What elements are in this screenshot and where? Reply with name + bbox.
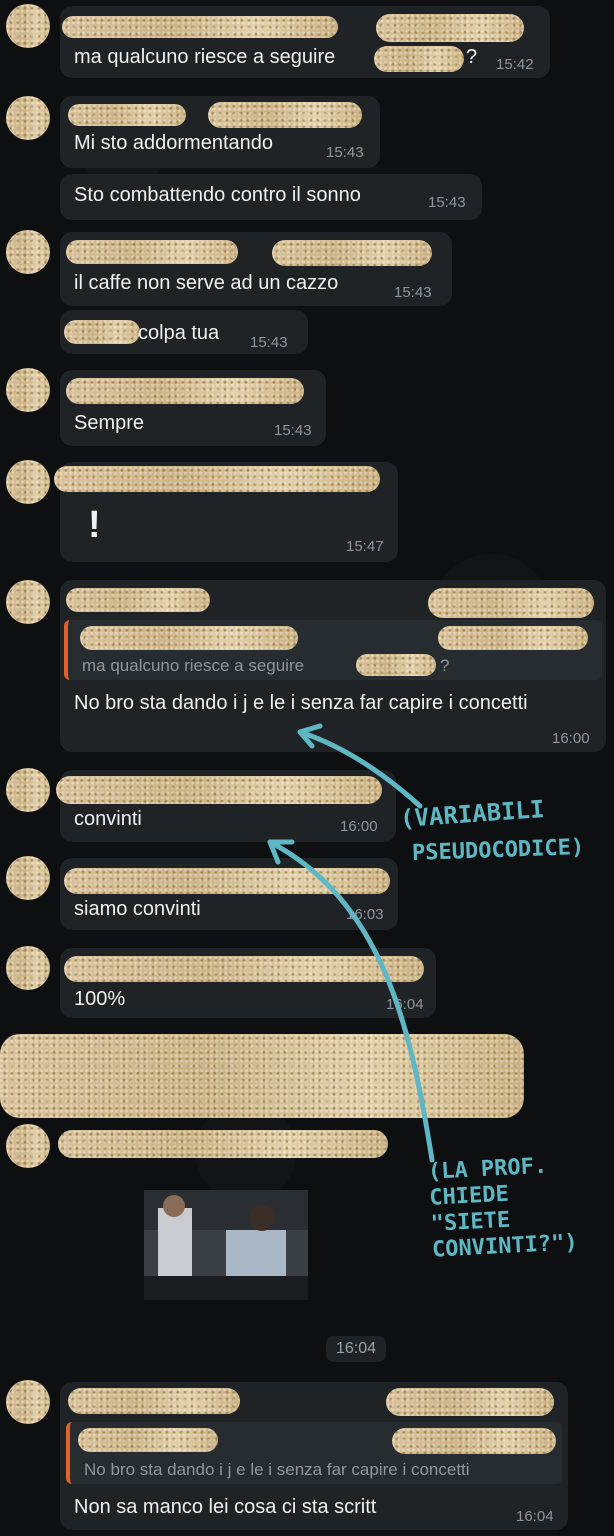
message-text: colpa tua <box>138 322 220 344</box>
redacted-sender-name <box>68 1388 240 1414</box>
redacted-name <box>386 1388 554 1416</box>
message-bubble[interactable]: colpa tua 15:43 <box>60 310 308 354</box>
redacted-name <box>64 320 140 344</box>
message-text: Non sa manco lei cosa ci sta scritt <box>74 1496 377 1518</box>
message-text-suffix: ? <box>466 46 478 68</box>
avatar[interactable] <box>6 460 50 504</box>
message-bubble[interactable]: siamo convinti 16:03 <box>60 858 398 930</box>
quoted-message-suffix: ? <box>440 656 450 675</box>
avatar[interactable] <box>6 1124 50 1168</box>
redacted-name <box>376 14 524 42</box>
avatar[interactable] <box>6 4 50 48</box>
scene-illustration <box>144 1190 308 1300</box>
redacted-sender-name <box>56 776 382 804</box>
message-text: No bro sta dando i j e le i senza far ca… <box>74 692 528 714</box>
redacted-block <box>0 1034 524 1118</box>
avatar[interactable] <box>6 768 50 812</box>
message-bubble[interactable]: convinti 16:00 <box>56 770 396 842</box>
redacted-sender-name <box>62 16 338 38</box>
annotation-prof: (LA PROF. CHIEDE "SIETE CONVINTI?") <box>427 1153 579 1263</box>
message-text: ! <box>88 504 101 546</box>
message-time: 15:47 <box>346 538 384 555</box>
message-bubble[interactable]: 100% 16:04 <box>60 948 436 1018</box>
redacted-sender-name <box>66 240 238 264</box>
message-text: Mi sto addormentando <box>74 132 274 154</box>
quoted-message-text: No bro sta dando i j e le i senza far ca… <box>84 1460 470 1479</box>
redacted-word <box>356 654 436 676</box>
message-bubble[interactable]: ma qualcuno riesce a seguire ? No bro st… <box>60 580 606 752</box>
avatar[interactable] <box>6 946 50 990</box>
message-time: 15:43 <box>250 334 288 351</box>
message-time: 16:04 <box>386 996 424 1013</box>
avatar[interactable] <box>6 230 50 274</box>
message-time: 16:00 <box>340 818 378 835</box>
redacted-name <box>392 1428 556 1454</box>
redacted-word <box>374 46 464 72</box>
message-text: Sto combattendo contro il sonno <box>74 184 361 206</box>
message-time: 15:43 <box>274 422 312 439</box>
message-time: 15:42 <box>496 56 534 73</box>
message-time: 16:03 <box>346 906 384 923</box>
redacted-sender-name <box>64 956 424 982</box>
avatar[interactable] <box>6 856 50 900</box>
message-bubble[interactable]: Mi sto addormentando 15:43 <box>60 96 380 168</box>
message-time: 16:04 <box>516 1508 554 1525</box>
message-bubble[interactable]: ma qualcuno riesce a seguire ? 15:42 <box>60 6 550 78</box>
redacted-name <box>428 588 594 618</box>
quoted-message-text: ma qualcuno riesce a seguire <box>82 656 305 675</box>
redacted-sender-name <box>58 1130 388 1158</box>
redacted-sender-name <box>54 466 380 492</box>
redacted-sender-name <box>64 868 390 894</box>
message-bubble[interactable]: il caffe non serve ad un cazzo 15:43 <box>60 232 452 306</box>
message-time: 15:43 <box>394 284 432 301</box>
message-time-chip: 16:04 <box>326 1336 387 1362</box>
redacted-quoted-sender <box>80 626 298 650</box>
avatar[interactable] <box>6 1380 50 1424</box>
reply-quote[interactable]: No bro sta dando i j e le i senza far ca… <box>66 1422 562 1484</box>
redacted-name <box>208 102 362 128</box>
message-text: il caffe non serve ad un cazzo <box>74 272 339 294</box>
message-bubble[interactable]: ! 15:47 <box>54 462 398 562</box>
message-time: 16:00 <box>552 730 590 747</box>
message-bubble[interactable]: No bro sta dando i j e le i senza far ca… <box>60 1382 568 1530</box>
message-bubble[interactable]: Sto combattendo contro il sonno 15:43 <box>60 174 482 220</box>
reply-quote[interactable]: ma qualcuno riesce a seguire ? <box>64 620 602 680</box>
message-text: 100% <box>74 988 126 1010</box>
redacted-sender-name <box>68 104 186 126</box>
avatar[interactable] <box>6 368 50 412</box>
message-text: siamo convinti <box>74 898 201 920</box>
message-bubble[interactable]: Sempre 15:43 <box>60 370 326 446</box>
message-time: 15:43 <box>326 144 364 161</box>
message-text: ma qualcuno riesce a seguire <box>74 46 336 68</box>
redacted-sender-name <box>66 378 304 404</box>
redacted-name <box>438 626 588 650</box>
message-text: Sempre <box>74 412 145 434</box>
redacted-sender-name <box>66 588 210 612</box>
redacted-name <box>272 240 432 266</box>
redacted-quoted-sender <box>78 1428 218 1452</box>
avatar[interactable] <box>6 96 50 140</box>
avatar[interactable] <box>6 580 50 624</box>
chat-wallpaper <box>0 0 614 1536</box>
message-text: convinti <box>74 808 142 830</box>
message-time: 15:43 <box>428 194 466 211</box>
gif-image[interactable] <box>144 1190 308 1300</box>
